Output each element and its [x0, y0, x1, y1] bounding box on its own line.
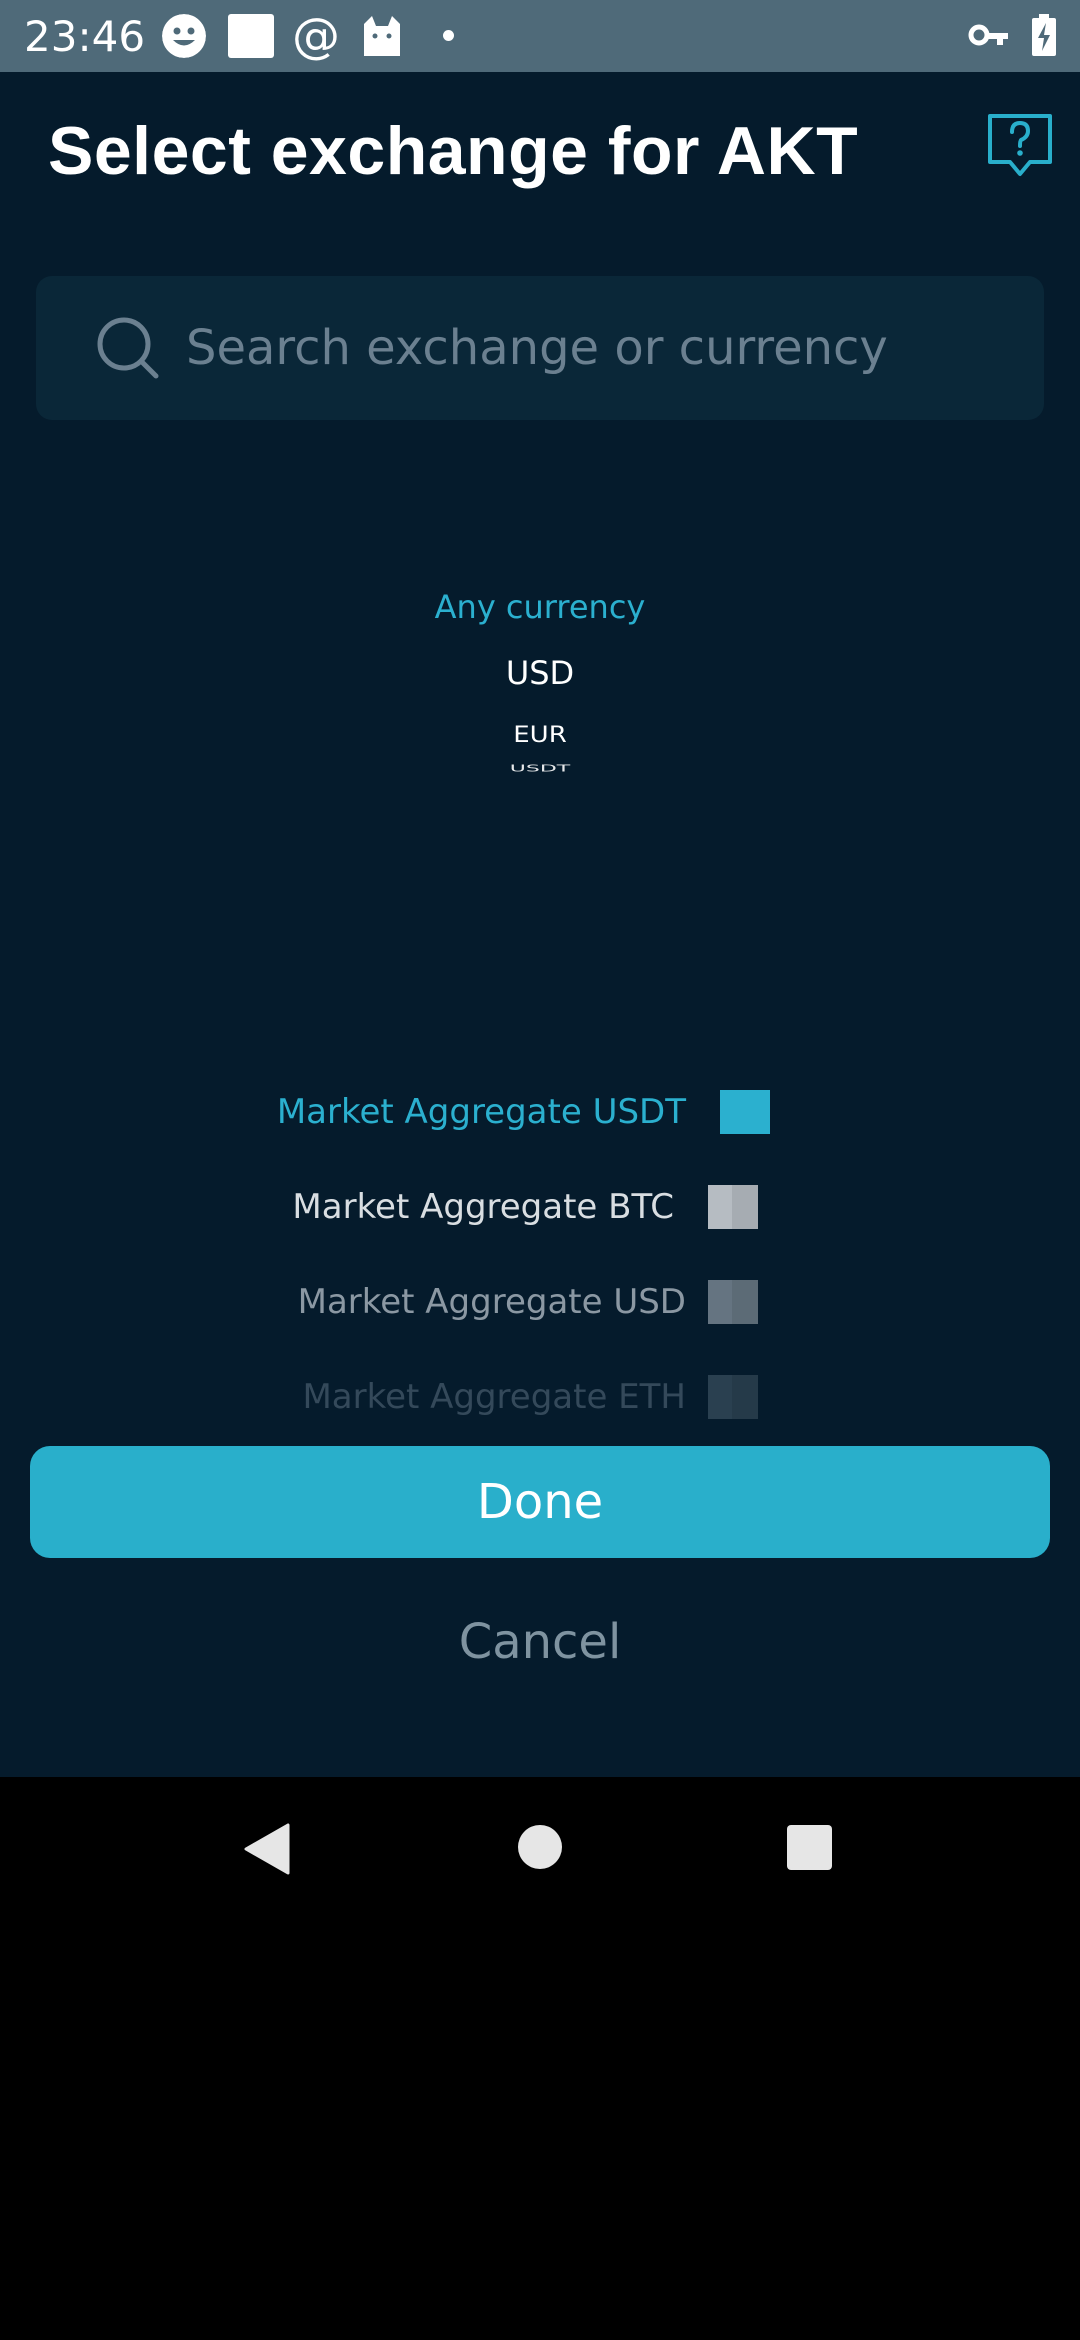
- currency-option-any[interactable]: Any currency: [0, 588, 1080, 626]
- exchange-swatch: [720, 1090, 770, 1134]
- exchange-swatch: [708, 1375, 758, 1419]
- search-icon: [97, 317, 159, 379]
- status-time: 23:46: [24, 12, 146, 61]
- currency-option-usd[interactable]: USD: [0, 654, 1080, 692]
- exchange-option-usd[interactable]: Market Aggregate USD: [0, 1274, 1080, 1334]
- exchange-option-btc[interactable]: Market Aggregate BTC: [0, 1179, 1080, 1239]
- exchange-label: Market Aggregate BTC: [292, 1187, 674, 1227]
- exchange-selector-screen: Select exchange for AKT Any currency USD…: [0, 72, 1080, 1777]
- dot-icon: [443, 30, 454, 41]
- search-bar[interactable]: [36, 276, 1044, 420]
- home-icon[interactable]: [518, 1825, 562, 1869]
- exchange-option-eth[interactable]: Market Aggregate ETH: [0, 1369, 1080, 1429]
- back-icon[interactable]: [244, 1823, 290, 1875]
- exchange-swatch: [708, 1280, 758, 1324]
- recents-icon[interactable]: [787, 1825, 832, 1870]
- vpn-key-icon: [968, 24, 1008, 46]
- exchange-label: Market Aggregate USD: [297, 1282, 686, 1322]
- exchange-option-usdt[interactable]: Market Aggregate USDT: [0, 1084, 1080, 1144]
- search-input[interactable]: [186, 276, 1006, 420]
- exchange-label: Market Aggregate USDT: [276, 1092, 686, 1132]
- help-question-icon[interactable]: [986, 112, 1054, 180]
- currency-option-eur[interactable]: EUR: [0, 722, 1080, 748]
- smiley-icon: [162, 14, 206, 58]
- at-sign-icon: @: [292, 8, 340, 64]
- status-bar: 23:46 @: [0, 0, 1080, 72]
- cancel-button[interactable]: Cancel: [340, 1602, 740, 1682]
- cat-icon: [364, 16, 400, 56]
- exchange-label: Market Aggregate ETH: [302, 1377, 686, 1417]
- page-title: Select exchange for AKT: [48, 113, 859, 189]
- navigation-bar: [0, 1777, 1080, 1917]
- done-button[interactable]: Done: [30, 1446, 1050, 1558]
- currency-option-usdt[interactable]: USDT: [0, 763, 1080, 774]
- battery-charging-icon: [1032, 14, 1056, 56]
- square-icon: [228, 14, 274, 58]
- exchange-swatch: [708, 1185, 758, 1229]
